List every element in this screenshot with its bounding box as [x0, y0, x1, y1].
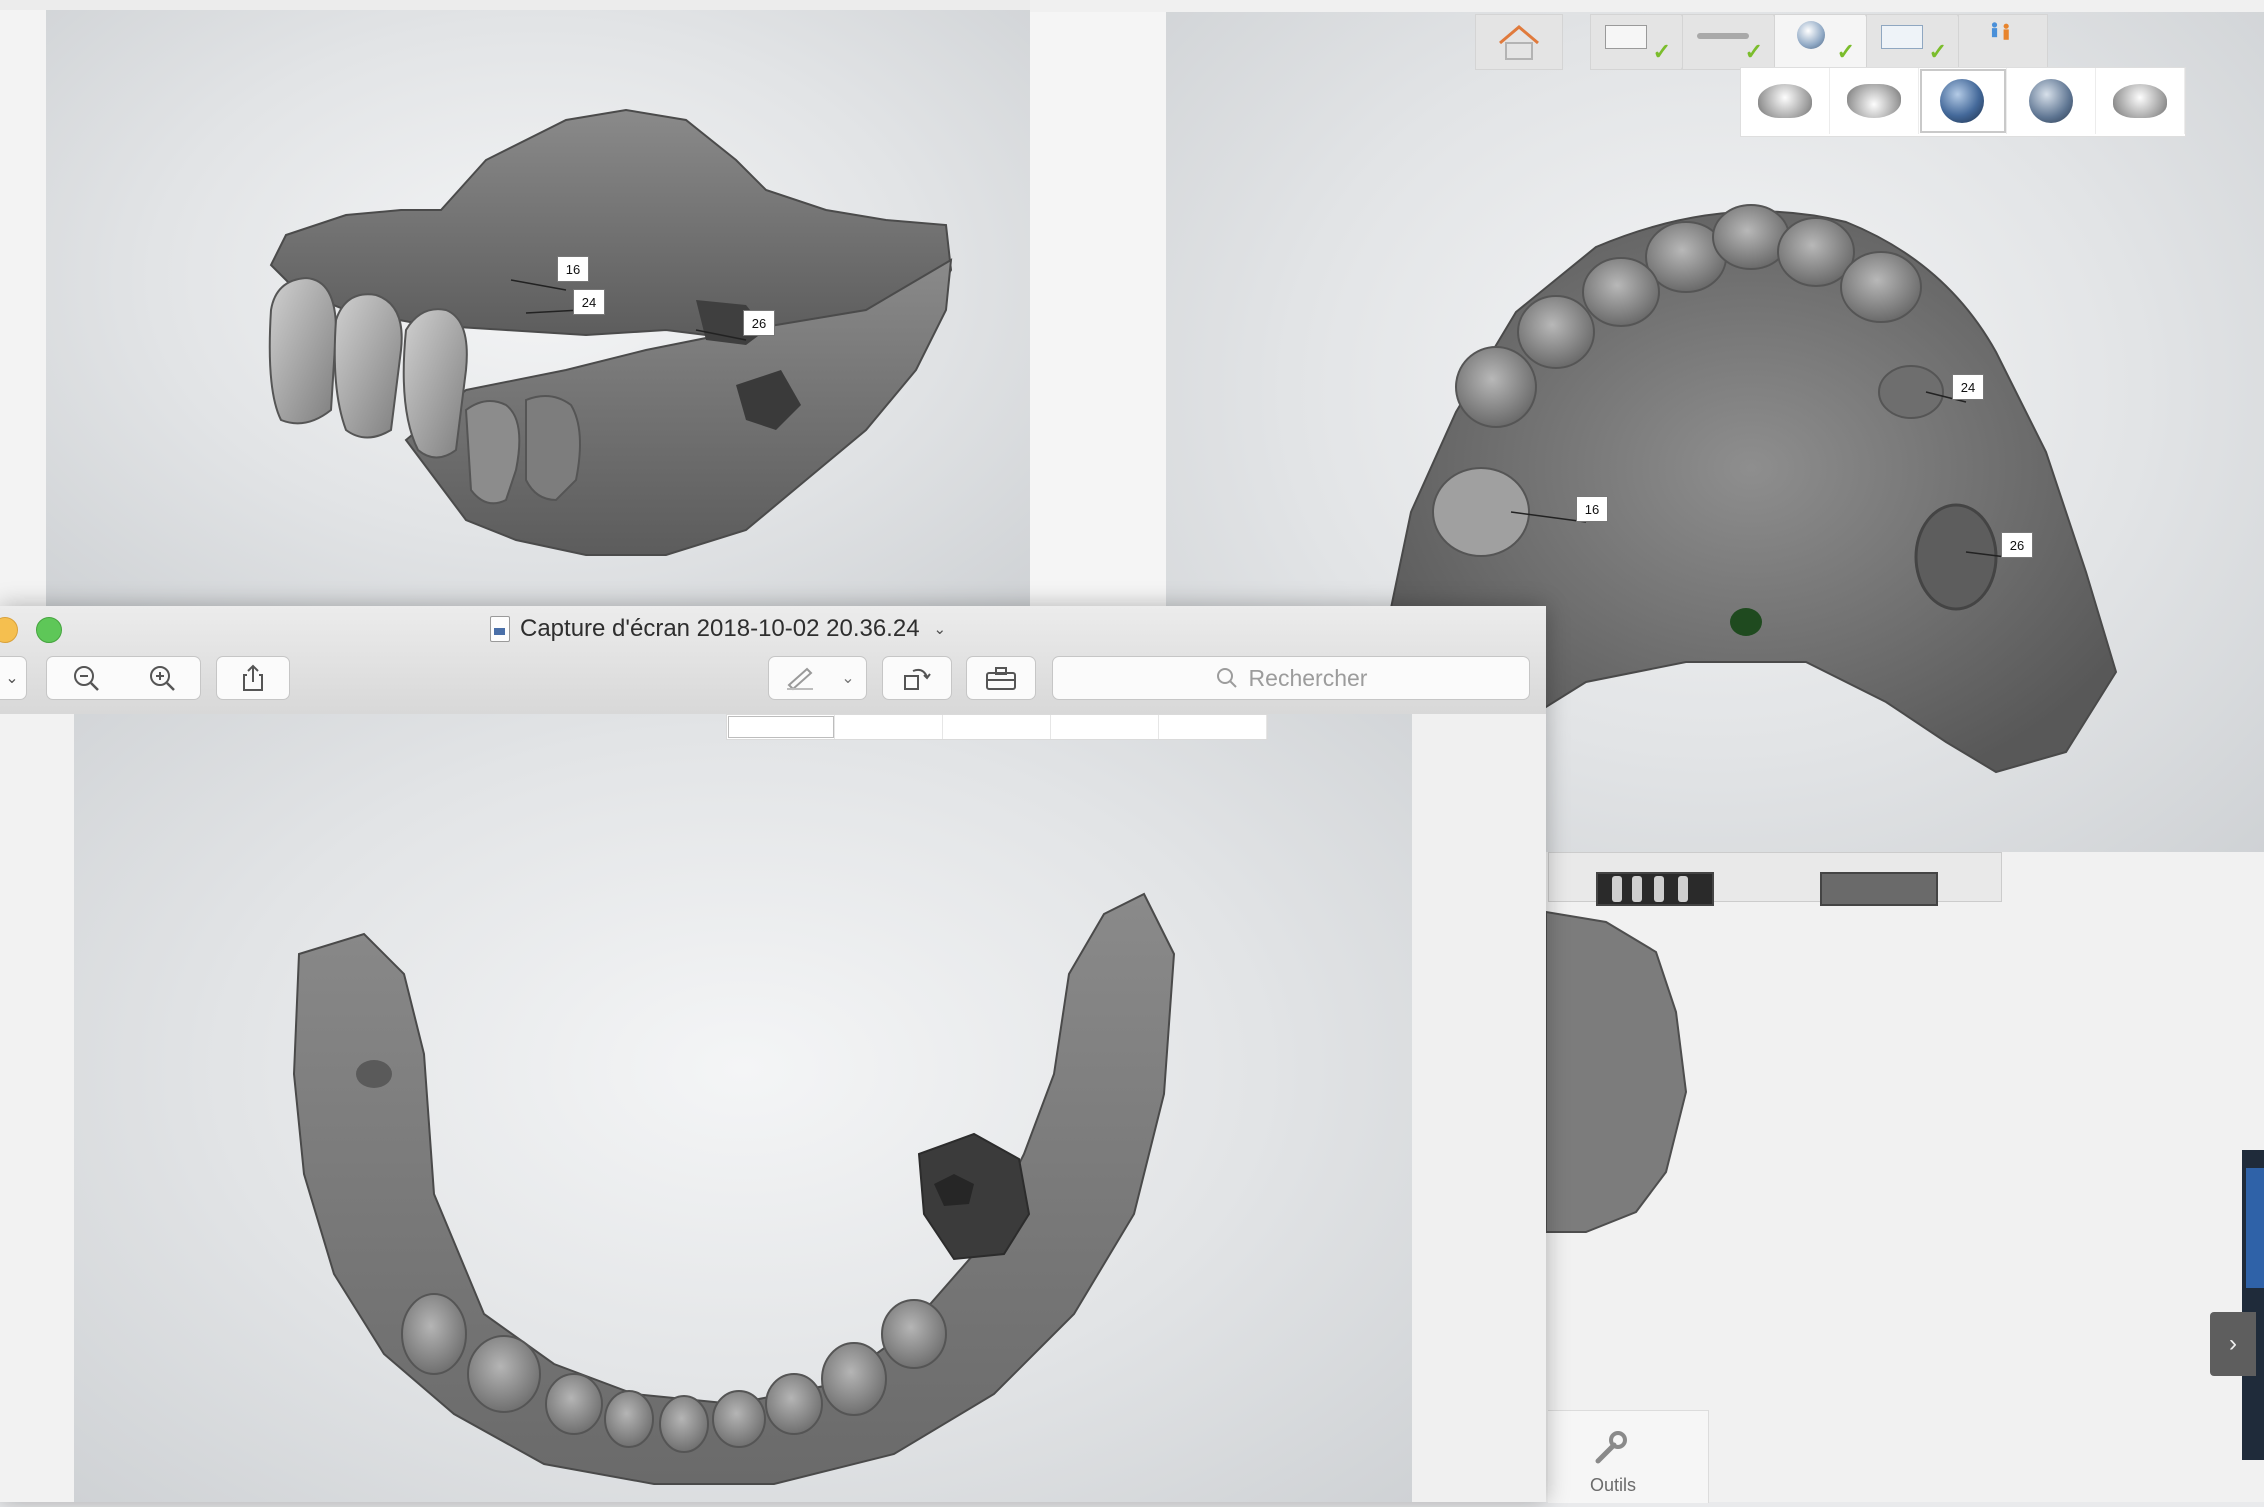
preview-right-margin — [1412, 714, 1546, 1502]
minimize-button[interactable] — [0, 617, 18, 643]
preview-window: Capture d'écran 2018-10-02 20.36.24 ⌄ ⌄ — [0, 606, 1546, 1502]
markup-menu-chevron-icon: ⌄ — [841, 670, 855, 687]
workflow-step-scanner[interactable]: ✓ — [1682, 14, 1787, 70]
rotate-icon — [904, 668, 931, 690]
xray-thumbnail-2[interactable] — [1820, 872, 1938, 906]
3d-viewport-side-view[interactable]: 16 24 26 — [46, 10, 1030, 606]
markup-pen-icon — [787, 667, 813, 691]
sidebar-chevron-icon: ⌄ — [5, 670, 19, 687]
chevron-down-icon: ⌄ — [933, 621, 947, 638]
zoom-out-button[interactable] — [46, 656, 126, 700]
order-form-icon — [1605, 25, 1647, 49]
document-icon — [490, 616, 510, 642]
bite-globe-icon — [1940, 79, 1985, 123]
lab-users-icon — [1991, 22, 2009, 40]
tools-label: Outils — [1589, 1475, 1636, 1495]
workflow-step-order-form[interactable]: ✓ — [1590, 14, 1695, 70]
check-icon: ✓ — [1652, 39, 1671, 64]
thumb-globe[interactable] — [2007, 68, 2097, 134]
globe-icon — [2029, 79, 2074, 123]
lower-jaw-icon — [1846, 84, 1901, 118]
chevron-right-icon: › — [2229, 1330, 2237, 1357]
thumb-lower-jaw[interactable] — [1830, 68, 1919, 134]
tooth-label-24[interactable]: 24 — [1952, 374, 1984, 400]
sidebar-toggle-button[interactable]: ⌄ — [0, 656, 27, 700]
rotate-button[interactable] — [882, 656, 952, 700]
home-button[interactable] — [1475, 14, 1563, 70]
both-jaws-icon — [2113, 84, 2168, 118]
check-icon: ✓ — [1744, 39, 1763, 64]
title-bar[interactable]: Capture d'écran 2018-10-02 20.36.24 ⌄ ⌄ — [0, 606, 1546, 715]
captured-thumbnail-strip — [726, 714, 1268, 740]
scan-globe-icon — [1797, 21, 1825, 49]
window-edge-blue — [2246, 1168, 2264, 1288]
preview-image-canvas[interactable] — [74, 714, 1412, 1502]
scan-window-left: 16 24 26 — [0, 0, 1032, 606]
window-title[interactable]: Capture d'écran 2018-10-02 20.36.24 ⌄ — [490, 614, 946, 644]
window-title-text: Capture d'écran 2018-10-02 20.36.24 — [520, 615, 920, 642]
wrench-icon — [1595, 1431, 1627, 1464]
zoom-in-button[interactable] — [124, 656, 201, 700]
search-placeholder: Rechercher — [1248, 664, 1368, 691]
tooth-label-24[interactable]: 24 — [573, 289, 605, 315]
toolbox-button[interactable] — [966, 656, 1036, 700]
thumb-both-jaws[interactable] — [2096, 68, 2185, 134]
xray-thumbnail-1[interactable] — [1596, 872, 1714, 906]
tools-panel[interactable]: Outils — [1548, 1410, 1709, 1503]
fullscreen-button[interactable] — [36, 617, 62, 643]
side-panel-toggle[interactable]: › — [2210, 1312, 2256, 1376]
share-button[interactable] — [216, 656, 290, 700]
tooth-label-26[interactable]: 26 — [743, 310, 775, 336]
scanner-wand-icon — [1697, 33, 1749, 39]
toolbox-icon — [986, 667, 1016, 690]
workflow-step-scan-review[interactable]: ✓ — [1774, 14, 1879, 70]
search-icon — [1216, 668, 1237, 688]
zoom-in-icon — [150, 666, 175, 691]
jaw-side-scan — [268, 108, 953, 556]
background-scan-window — [1545, 852, 2264, 1502]
preview-sidebar — [0, 714, 74, 1502]
tooth-label-26[interactable]: 26 — [2001, 532, 2033, 558]
lower-jaw-occlusal-scan — [292, 892, 1176, 1485]
check-icon: ✓ — [1928, 39, 1947, 64]
window-side-strip — [0, 10, 46, 606]
thumb-upper-jaw[interactable] — [1741, 68, 1830, 134]
home-icon — [1499, 25, 1539, 60]
view-thumbnail-bar — [1740, 67, 2186, 137]
tooth-label-16[interactable]: 16 — [557, 256, 589, 282]
markup-menu-button[interactable]: ⌄ — [830, 656, 867, 700]
tooth-label-16[interactable]: 16 — [1576, 496, 1608, 522]
workflow-step-lab[interactable] — [1958, 14, 2048, 70]
workflow-step-send[interactable]: ✓ — [1866, 14, 1971, 70]
share-icon — [243, 664, 263, 691]
send-mail-icon — [1881, 25, 1923, 49]
upper-jaw-icon — [1757, 84, 1812, 118]
thumb-bite-globe[interactable] — [1919, 68, 2008, 134]
check-icon: ✓ — [1836, 39, 1855, 64]
zoom-out-icon — [74, 666, 99, 691]
partial-jaw-scan — [1545, 910, 1688, 1233]
search-field[interactable]: Rechercher — [1052, 656, 1530, 700]
markup-button[interactable] — [768, 656, 832, 700]
